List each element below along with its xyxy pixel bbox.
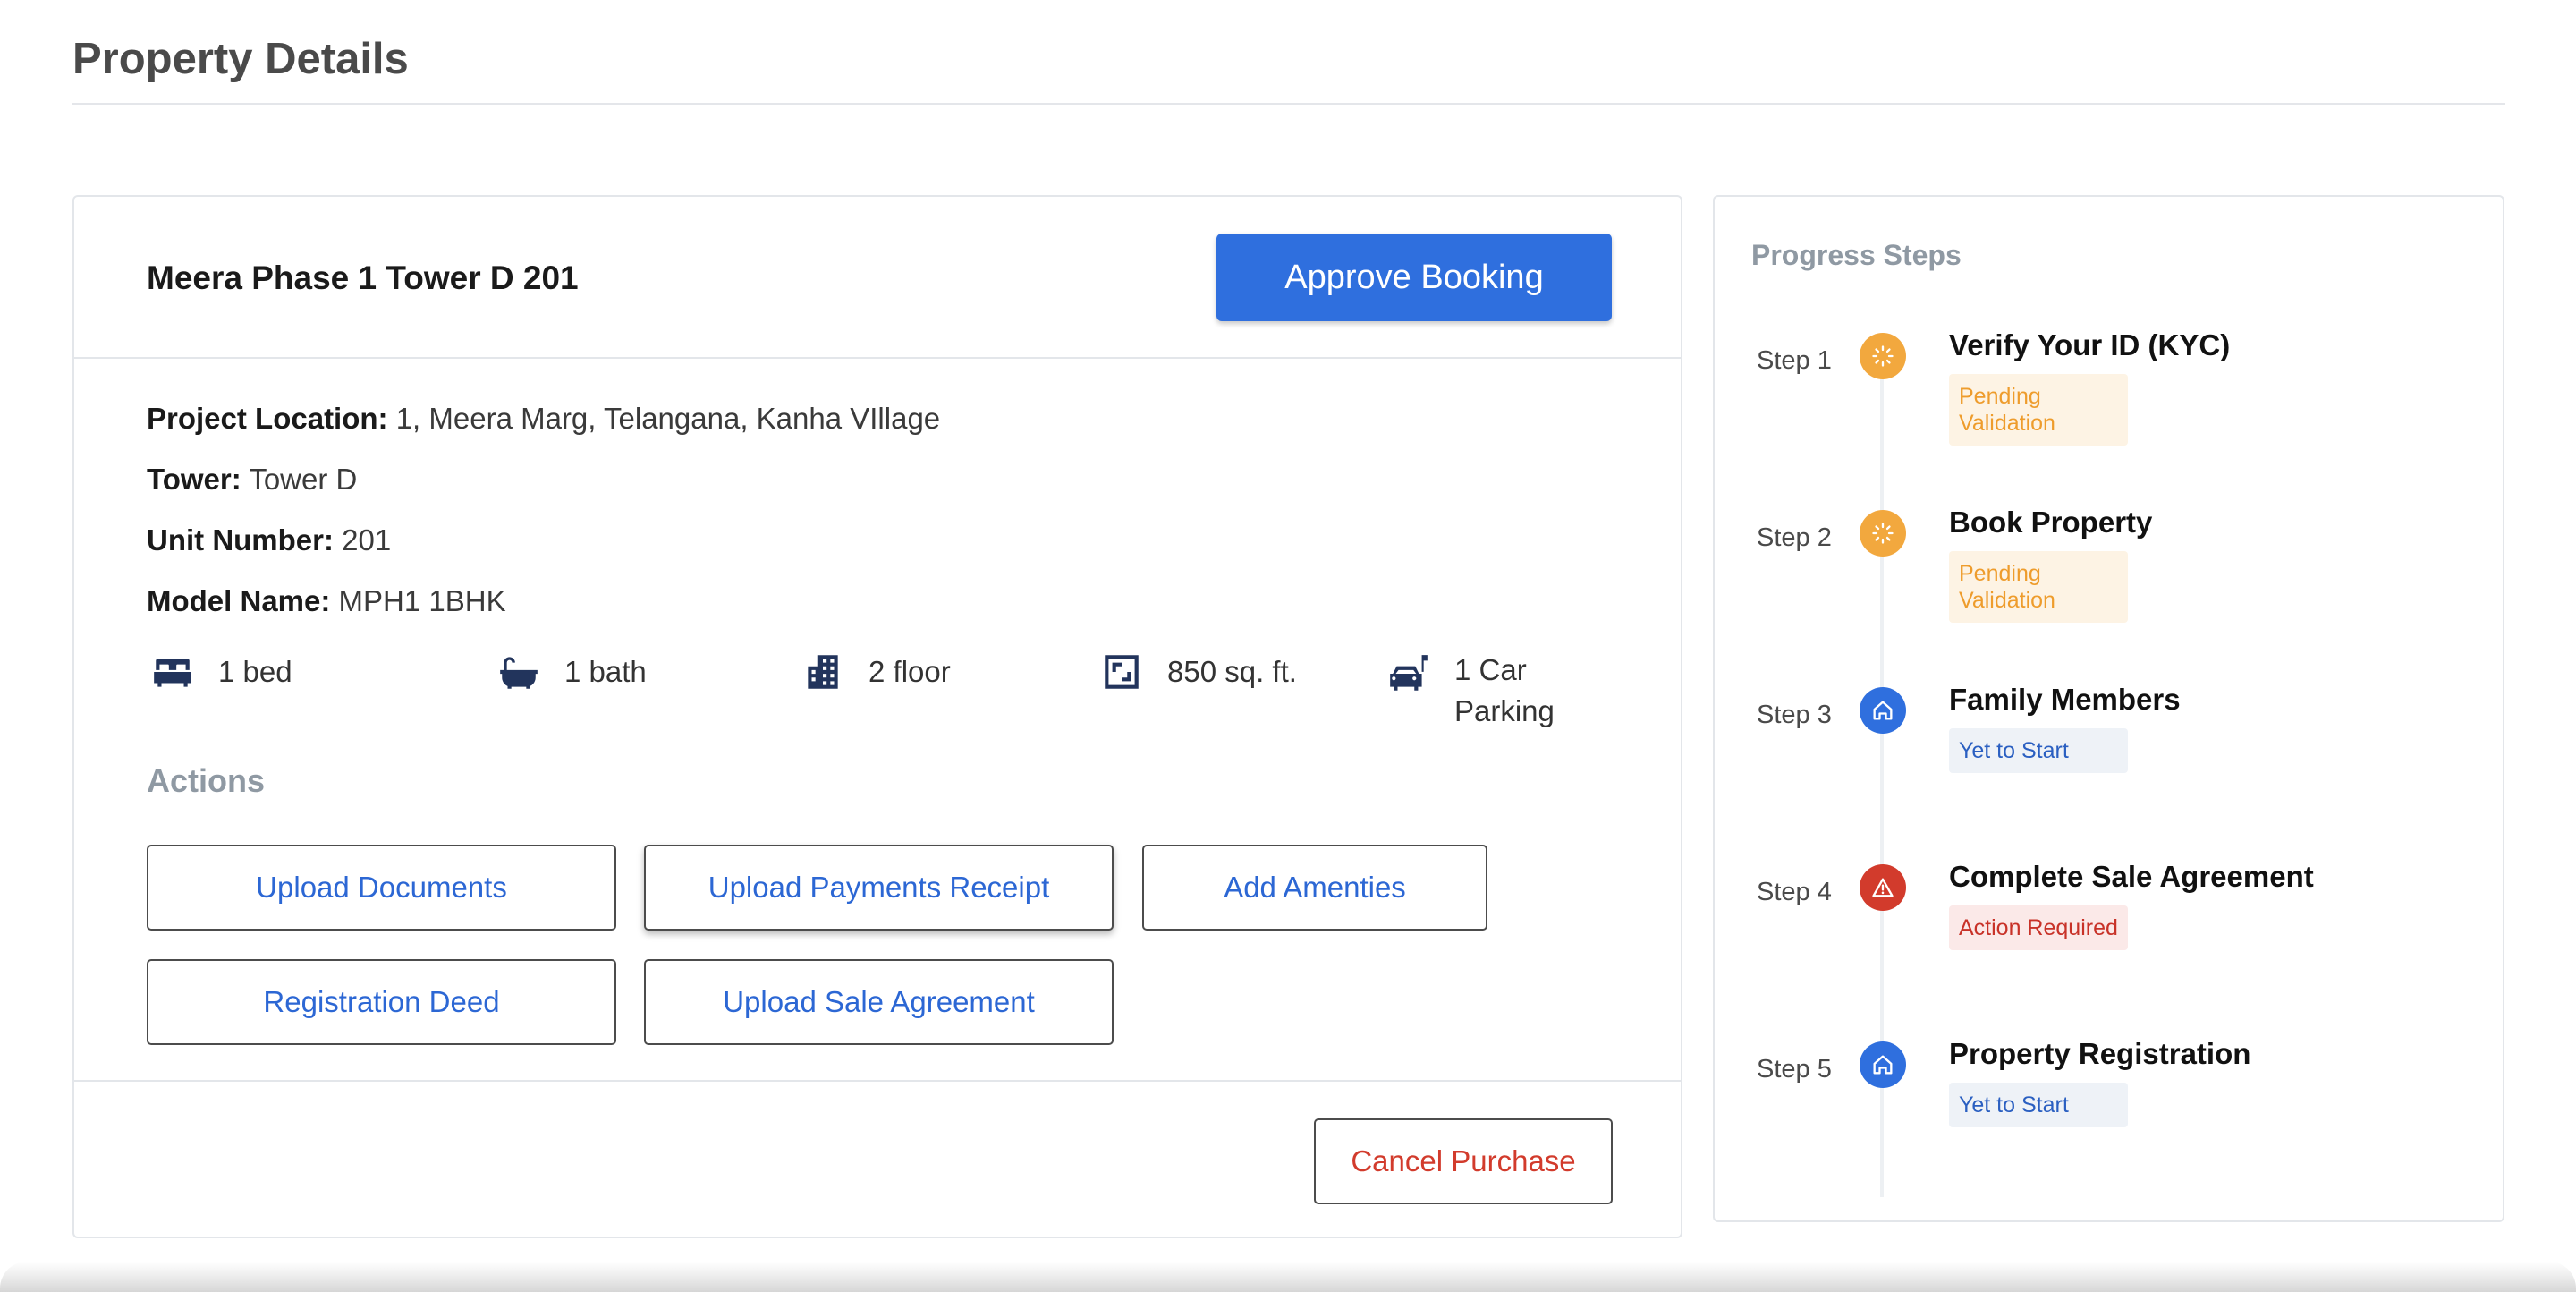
- home-icon: [1860, 687, 1906, 734]
- actions-heading: Actions: [147, 762, 266, 799]
- feature-bath: 1 bath: [496, 650, 647, 694]
- unit-number-row: Unit Number: 201: [147, 521, 391, 560]
- property-card: Meera Phase 1 Tower D 201 Approve Bookin…: [72, 195, 1682, 1238]
- upload-payments-receipt-button[interactable]: Upload Payments Receipt: [644, 845, 1114, 931]
- detail-value: MPH1 1BHK: [338, 584, 506, 617]
- feature-text: 1 bed: [218, 655, 292, 688]
- progress-card: Progress Steps Step 1 Verify Your ID (KY…: [1713, 195, 2504, 1222]
- status-badge: Yet to Start: [1949, 728, 2128, 773]
- detail-value: 201: [342, 523, 392, 557]
- feature-bed: 1 bed: [150, 650, 292, 694]
- project-location-row: Project Location: 1, Meera Marg, Telanga…: [147, 399, 940, 438]
- model-name-row: Model Name: MPH1 1BHK: [147, 582, 506, 621]
- detail-label: Unit Number:: [147, 523, 334, 557]
- step-title: Family Members: [1949, 683, 2181, 716]
- status-badge: Action Required: [1949, 905, 2128, 950]
- feature-parking: 1 Car Parking: [1386, 650, 1619, 732]
- step-label: Step 2: [1757, 523, 1832, 552]
- spinner-icon: [1860, 510, 1906, 557]
- warning-icon: [1860, 864, 1906, 911]
- feature-area: 850 sq. ft.: [1099, 650, 1297, 694]
- tower-row: Tower: Tower D: [147, 460, 357, 499]
- feature-text: 850 sq. ft.: [1167, 655, 1297, 688]
- feature-text: 2 floor: [869, 655, 951, 688]
- detail-value: 1, Meera Marg, Telangana, Kanha VIllage: [395, 402, 941, 435]
- feature-text: 1 bath: [564, 655, 647, 688]
- spinner-icon: [1860, 333, 1906, 379]
- step-label: Step 4: [1757, 878, 1832, 906]
- bed-icon: [150, 650, 195, 694]
- home-icon: [1860, 1041, 1906, 1088]
- car-parking-icon: [1386, 651, 1431, 696]
- feature-text: 1 Car Parking: [1454, 653, 1555, 727]
- detail-label: Tower:: [147, 463, 242, 496]
- building-icon: [801, 650, 845, 694]
- add-amenities-button[interactable]: Add Amenties: [1142, 845, 1487, 931]
- bottom-shadow: [0, 1262, 2576, 1292]
- cancel-purchase-button[interactable]: Cancel Purchase: [1314, 1118, 1613, 1204]
- registration-deed-button[interactable]: Registration Deed: [147, 959, 616, 1045]
- status-badge: Pending Validation: [1949, 374, 2128, 446]
- detail-label: Model Name:: [147, 584, 331, 617]
- step-label: Step 1: [1757, 346, 1832, 375]
- status-badge: Pending Validation: [1949, 551, 2128, 623]
- step-title: Property Registration: [1949, 1037, 2251, 1070]
- step-title: Book Property: [1949, 506, 2153, 539]
- upload-sale-agreement-button[interactable]: Upload Sale Agreement: [644, 959, 1114, 1045]
- page-title: Property Details: [72, 35, 409, 83]
- detail-label: Project Location:: [147, 402, 388, 435]
- approve-booking-button[interactable]: Approve Booking: [1216, 234, 1612, 321]
- upload-documents-button[interactable]: Upload Documents: [147, 845, 616, 931]
- step-label: Step 5: [1757, 1055, 1832, 1084]
- detail-value: Tower D: [249, 463, 358, 496]
- feature-floor: 2 floor: [801, 650, 951, 694]
- unit-name: Meera Phase 1 Tower D 201: [147, 259, 579, 296]
- status-badge: Yet to Start: [1949, 1083, 2128, 1127]
- area-icon: [1099, 650, 1144, 694]
- title-divider: [72, 103, 2505, 105]
- card-footer-divider: [74, 1080, 1681, 1082]
- step-title: Complete Sale Agreement: [1949, 860, 2314, 893]
- step-label: Step 3: [1757, 701, 1832, 729]
- card-header: Meera Phase 1 Tower D 201 Approve Bookin…: [74, 197, 1681, 359]
- step-title: Verify Your ID (KYC): [1949, 328, 2231, 361]
- bathtub-icon: [496, 650, 541, 694]
- progress-heading: Progress Steps: [1751, 239, 1962, 271]
